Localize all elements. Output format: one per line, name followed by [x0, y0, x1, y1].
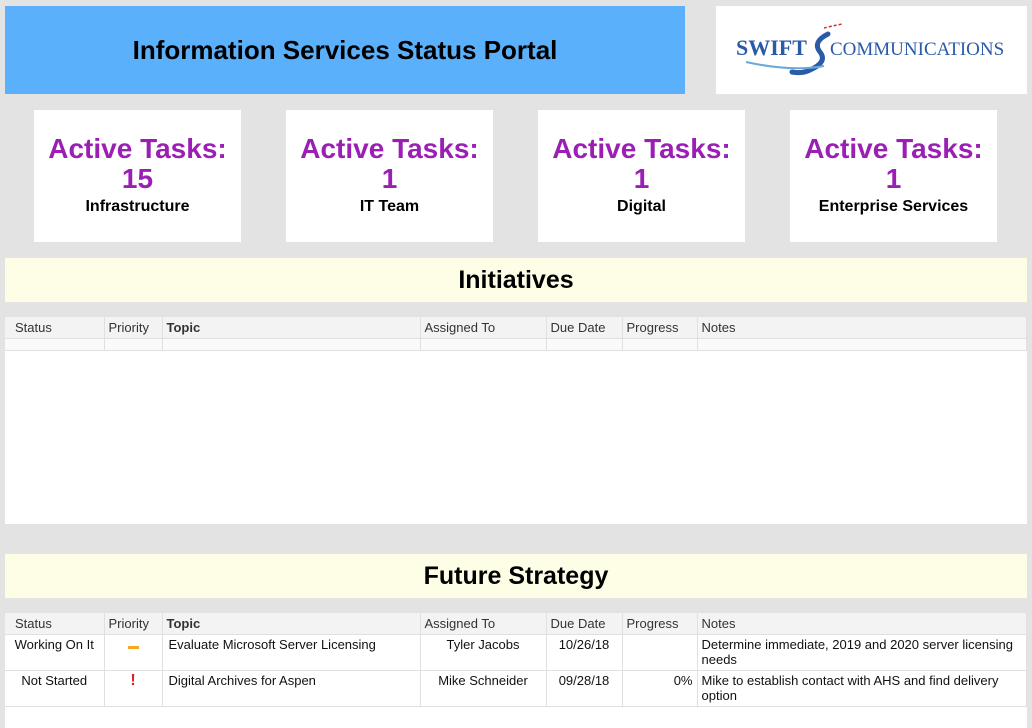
company-logo: SWIFT COMMUNICATIONS [716, 6, 1027, 94]
column-header-notes[interactable]: Notes [697, 317, 1027, 339]
notes-cell[interactable]: Determine immediate, 2019 and 2020 serve… [697, 634, 1027, 671]
future-strategy-header: Future Strategy [5, 554, 1027, 598]
column-header-topic[interactable]: Topic [162, 613, 421, 635]
priority-cell[interactable]: ! [104, 670, 163, 707]
column-header-priority[interactable]: Priority [104, 317, 163, 339]
stat-card-it-team: Active Tasks: 1 IT Team [286, 110, 493, 242]
card-count: 1 [633, 163, 650, 194]
assigned-to-cell[interactable]: Mike Schneider [420, 670, 547, 707]
progress-cell[interactable] [622, 634, 698, 671]
assigned-to-cell[interactable]: Tyler Jacobs [420, 634, 547, 671]
card-team: Infrastructure [85, 198, 190, 215]
initiatives-header: Initiatives [5, 258, 1027, 302]
column-header-due-date[interactable]: Due Date [546, 317, 623, 339]
card-team: IT Team [359, 198, 420, 215]
card-team: Enterprise Services [818, 198, 969, 215]
notes-cell[interactable]: Mike to establish contact with AHS and f… [697, 670, 1027, 707]
card-count: 1 [381, 163, 398, 194]
section-title: Future Strategy [423, 561, 609, 590]
medium-priority-dash-icon [127, 646, 139, 649]
stat-card-infrastructure: Active Tasks: 15 Infrastructure [34, 110, 241, 242]
column-header-topic[interactable]: Topic [162, 317, 421, 339]
column-header-priority[interactable]: Priority [104, 613, 163, 635]
section-title: Initiatives [458, 265, 574, 294]
priority-cell[interactable] [104, 634, 163, 671]
column-header-status[interactable]: Status [5, 317, 105, 339]
column-header-assigned-to[interactable]: Assigned To [420, 317, 547, 339]
page-title-text: Information Services Status Portal [132, 34, 558, 65]
status-cell[interactable]: Not Started [5, 670, 105, 707]
initiatives-table: Status Priority Topic Assigned To Due Da… [5, 317, 1027, 524]
card-label: Active Tasks: [300, 133, 479, 164]
column-header-notes[interactable]: Notes [697, 613, 1027, 635]
progress-cell[interactable]: 0% [622, 670, 698, 707]
logo-text-swift: SWIFT [736, 35, 807, 60]
table-row[interactable]: Working On It Evaluate Microsoft Server … [5, 634, 1027, 671]
due-date-cell[interactable]: 09/28/18 [546, 670, 623, 707]
swift-communications-logo: SWIFT COMMUNICATIONS [736, 23, 1004, 76]
future-strategy-table: Status Priority Topic Assigned To Due Da… [5, 613, 1027, 728]
stat-card-digital: Active Tasks: 1 Digital [538, 110, 745, 242]
status-cell[interactable]: Working On It [5, 634, 105, 671]
card-label: Active Tasks: [552, 133, 731, 164]
card-count: 1 [885, 163, 902, 194]
column-header-due-date[interactable]: Due Date [546, 613, 623, 635]
high-priority-exclamation-icon: ! [130, 672, 136, 689]
due-date-cell[interactable]: 10/26/18 [546, 634, 623, 671]
column-header-assigned-to[interactable]: Assigned To [420, 613, 547, 635]
column-header-progress[interactable]: Progress [622, 317, 698, 339]
topic-cell[interactable]: Evaluate Microsoft Server Licensing [162, 634, 421, 671]
card-label: Active Tasks: [48, 133, 227, 164]
column-header-status[interactable]: Status [5, 613, 105, 635]
column-header-progress[interactable]: Progress [622, 613, 698, 635]
stat-card-enterprise-services: Active Tasks: 1 Enterprise Services [790, 110, 997, 242]
logo-text-communications: COMMUNICATIONS [830, 39, 1004, 60]
empty-row [5, 338, 1027, 351]
topic-cell[interactable]: Digital Archives for Aspen [162, 670, 421, 707]
card-label: Active Tasks: [804, 133, 983, 164]
card-team: Digital [617, 198, 666, 215]
card-count: 15 [121, 163, 154, 194]
table-row[interactable]: Not Started ! Digital Archives for Aspen… [5, 670, 1027, 707]
page-title: Information Services Status Portal [5, 6, 685, 94]
